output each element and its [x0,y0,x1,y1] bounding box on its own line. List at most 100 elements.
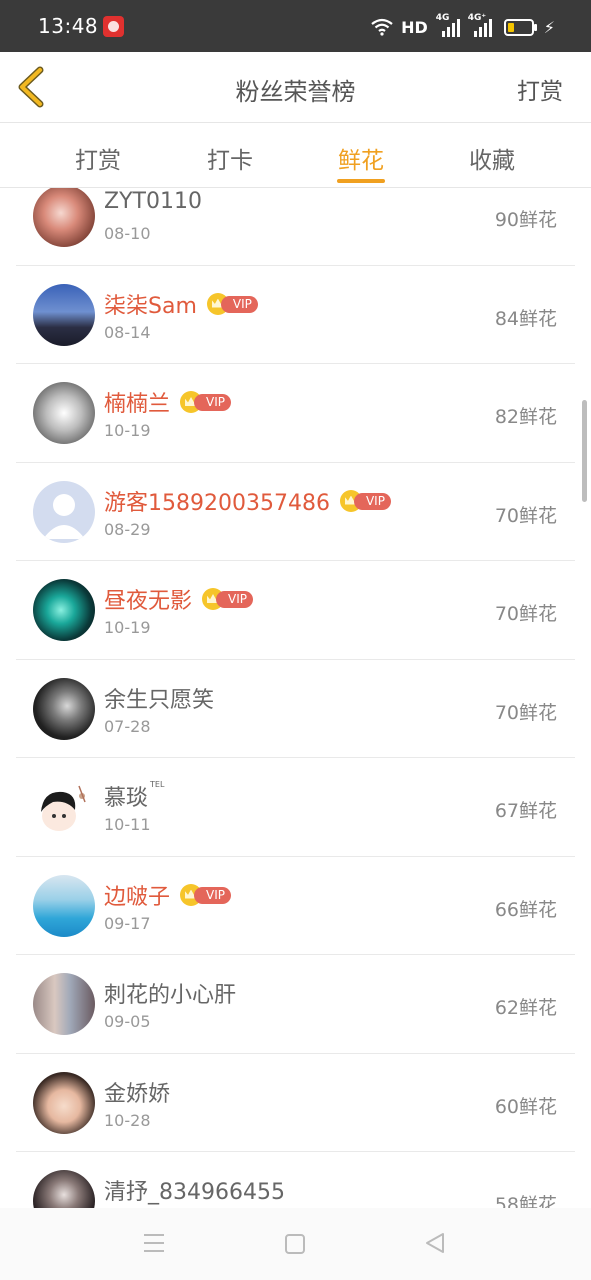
flower-count: 66鲜花 [494,898,557,921]
item-date: 08-29 [104,519,151,539]
flower-count: 82鲜花 [494,406,557,428]
avatar[interactable] [33,1170,95,1208]
tel-superscript: TEL [150,780,165,789]
hd-indicator: HD [401,17,428,37]
avatar[interactable] [33,677,95,740]
user-name: 昼夜无影 VIP [104,583,258,615]
flower-count: 60鲜花 [494,1095,557,1118]
avatar[interactable] [33,579,95,641]
vip-badge: VIP [339,489,396,512]
list-item[interactable]: 昼夜无影 VIP 10-19 70鲜花 [16,561,575,660]
status-icons: HD 4G 4G⁺ ⚡ [371,13,555,38]
tab-checkin[interactable]: 打卡 [175,141,285,175]
user-name: 柒柒Sam VIP [104,288,263,320]
vip-label: VIP [353,492,391,510]
active-tab-indicator [337,179,385,183]
user-name-text: 边啵子 [104,884,171,910]
user-name-text: 柒柒Sam [104,293,197,319]
signal-icon-2: 4G⁺ [468,13,492,37]
avatar[interactable] [33,382,95,444]
home-icon[interactable] [285,1234,305,1254]
flower-count: 84鲜花 [494,307,557,330]
flower-count: 62鲜花 [494,997,557,1019]
user-name-text: 刺花的小心肝 [104,983,237,1008]
cartoon-avatar-icon [41,785,86,831]
vip-label: VIP [194,886,231,904]
list-item[interactable]: 楠楠兰 VIP 10-19 82鲜花 [16,364,575,463]
fan-list[interactable]: ZYT0110 08-10 90鲜花 柒柒Sam VIP 08-14 84鲜花 楠… [0,188,591,1208]
list-item[interactable]: 金娇娇 10-28 60鲜花 [16,1054,575,1152]
menu-icon[interactable] [144,1234,164,1252]
vip-badge: VIP [180,883,236,906]
system-nav-bar [0,1208,591,1280]
user-name: 慕琰TEL [104,780,164,812]
flower-count: 70鲜花 [494,603,557,625]
vip-badge: VIP [206,292,263,315]
list-item[interactable]: 清抒_834966455 10-07 58鲜花 [16,1152,575,1208]
avatar[interactable] [33,973,95,1035]
flower-count: 90鲜花 [494,209,557,231]
battery-icon [503,18,537,36]
flower-count: 58鲜花 [494,1194,557,1208]
default-avatar-icon [43,493,85,539]
tab-tip[interactable]: 打赏 [43,141,153,175]
flower-count: 70鲜花 [494,701,557,724]
avatar[interactable] [33,776,95,838]
user-name-text: 余生只愿笑 [104,687,215,713]
avatar[interactable] [33,1071,95,1134]
charging-icon: ⚡ [543,17,555,37]
list-item[interactable]: 余生只愿笑 07-28 70鲜花 [16,660,575,758]
tab-flowers[interactable]: 鲜花 [306,141,416,175]
signal-icon: 4G [436,13,460,37]
vip-label: VIP [216,591,253,608]
vip-label: VIP [220,295,258,313]
user-name: 清抒_834966455 [104,1174,285,1206]
tab-favorites[interactable]: 收藏 [437,141,547,175]
header: 粉丝荣誉榜 打赏 [0,52,591,123]
item-date: 10-19 [104,421,151,440]
user-name-text: ZYT0110 [104,189,202,214]
page-title: 粉丝荣誉榜 [235,78,356,106]
user-name: 刺花的小心肝 [104,977,236,1009]
user-name-text: 慕琰 [104,786,149,811]
vip-badge: VIP [180,391,236,413]
flower-count: 70鲜花 [494,504,557,527]
list-item[interactable]: 边啵子 VIP 09-17 66鲜花 [16,857,575,955]
user-name-text: 金娇娇 [104,1081,171,1107]
list-item[interactable]: ZYT0110 08-10 90鲜花 [16,188,575,266]
user-name: 余生只愿笑 [104,682,214,714]
tip-button[interactable]: 打赏 [517,72,563,106]
vip-label: VIP [194,394,231,411]
tab-bar: 打赏 打卡 鲜花 收藏 [0,123,591,188]
scrollbar-thumb[interactable] [582,400,587,502]
item-date: 10-28 [104,1110,151,1130]
status-time: 13:48 [38,14,99,38]
avatar[interactable] [33,874,95,937]
vip-badge: VIP [202,588,258,610]
user-name: 楠楠兰 VIP [104,386,236,418]
avatar[interactable] [33,480,95,543]
item-date: 09-17 [104,913,151,933]
status-bar: 13:48 HD 4G 4G⁺ ⚡ [0,0,591,52]
list-item[interactable]: 游客1589200357486 VIP 08-29 70鲜花 [16,463,575,561]
user-name: 游客1589200357486 VIP [104,485,396,517]
list-item[interactable]: 柒柒Sam VIP 08-14 84鲜花 [16,266,575,364]
item-date: 07-28 [104,716,151,736]
item-date: 08-10 [104,224,151,243]
avatar[interactable] [33,188,95,247]
avatar[interactable] [33,283,95,346]
user-name: ZYT0110 [104,189,202,214]
item-date: 08-14 [104,322,151,342]
wifi-icon [371,18,393,36]
user-name-text: 清抒_834966455 [104,1180,285,1205]
list-item[interactable]: 慕琰TEL 10-11 67鲜花 [16,758,575,857]
list-item[interactable]: 刺花的小心肝 09-05 62鲜花 [16,955,575,1054]
flower-count: 67鲜花 [494,800,557,822]
user-name: 金娇娇 [104,1076,170,1108]
app-notification-icon [103,16,124,37]
item-date: 10-19 [104,618,151,637]
user-name-text: 楠楠兰 [104,392,171,417]
back-triangle-icon[interactable] [424,1232,446,1254]
user-name: 边啵子 VIP [104,879,236,911]
user-name-text: 昼夜无影 [104,589,193,614]
